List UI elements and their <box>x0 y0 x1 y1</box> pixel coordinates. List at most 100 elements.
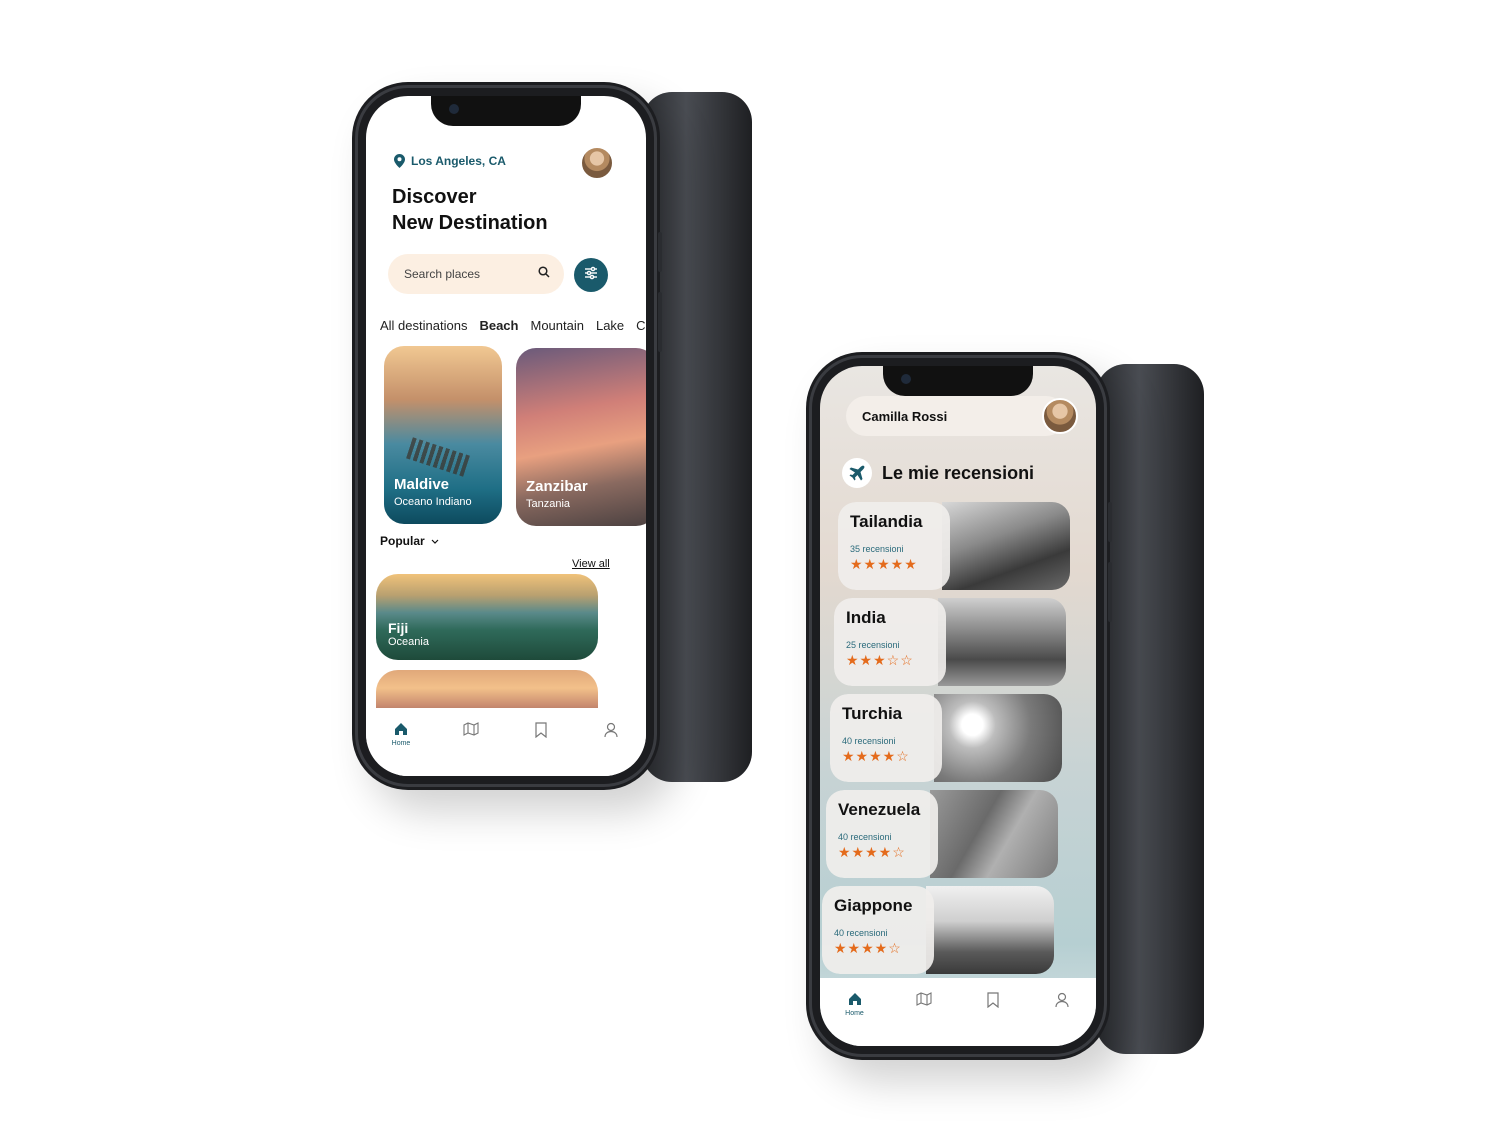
card-subtitle: Oceania <box>388 636 429 648</box>
title-line-1: Discover <box>392 186 477 208</box>
bookmark-icon <box>986 992 999 1010</box>
card-name: Maldive <box>394 476 450 493</box>
filter-button[interactable] <box>574 258 608 292</box>
profile-icon <box>604 722 618 740</box>
nav-map[interactable] <box>909 992 939 1008</box>
review-card-india[interactable]: India 25 recensioni ★★★☆☆ <box>834 598 1066 686</box>
sliders-icon <box>583 265 599 286</box>
star-rating: ★★★★☆ <box>838 844 906 860</box>
avatar[interactable] <box>1042 398 1078 434</box>
nav-profile[interactable] <box>1047 992 1077 1010</box>
review-country: India <box>846 608 886 627</box>
location[interactable]: Los Angeles, CA <box>394 154 506 168</box>
review-card-turchia[interactable]: Turchia 40 recensioni ★★★★☆ <box>830 694 1062 782</box>
home-icon <box>848 992 862 1008</box>
bookmark-icon <box>535 722 547 740</box>
popular-dropdown[interactable]: Popular <box>380 534 439 548</box>
review-country: Giappone <box>834 896 913 915</box>
star-rating: ★★★★★ <box>850 556 918 572</box>
tab-city[interactable]: City <box>636 318 646 333</box>
camera <box>901 374 911 384</box>
nav-bookmarks[interactable] <box>978 992 1008 1010</box>
screen-discover: Los Angeles, CA Discover New Destination… <box>366 96 646 776</box>
camera <box>449 104 459 114</box>
nav-bookmarks[interactable] <box>526 722 556 740</box>
review-photo <box>930 790 1058 878</box>
search-icon[interactable] <box>538 265 550 283</box>
card-name: Fiji <box>388 620 409 636</box>
destination-card-zanzibar[interactable]: Zanzibar Tanzania <box>516 348 646 526</box>
airplane-icon <box>842 458 872 488</box>
review-info: Venezuela 40 recensioni ★★★★☆ <box>826 790 938 878</box>
chevron-down-icon <box>431 534 439 548</box>
reviews-header: Le mie recensioni <box>842 458 1034 488</box>
avatar[interactable] <box>580 146 614 180</box>
tab-mountain[interactable]: Mountain <box>530 318 583 333</box>
side-button <box>658 292 662 352</box>
category-tabs: All destinations Beach Mountain Lake Cit… <box>380 318 646 333</box>
review-count: 40 recensioni <box>838 832 892 842</box>
review-photo <box>938 598 1066 686</box>
nav-profile[interactable] <box>596 722 626 740</box>
review-count: 25 recensioni <box>846 640 900 650</box>
bottom-nav: Home <box>366 708 646 776</box>
user-name: Camilla Rossi <box>862 408 948 424</box>
search-input[interactable] <box>402 266 526 282</box>
location-pin-icon <box>394 154 405 168</box>
notch <box>431 96 581 126</box>
review-count: 40 recensioni <box>834 928 888 938</box>
review-country: Venezuela <box>838 800 921 819</box>
nav-map[interactable] <box>456 722 486 738</box>
review-country: Tailandia <box>850 512 923 531</box>
review-photo <box>942 502 1070 590</box>
review-info: Turchia 40 recensioni ★★★★☆ <box>830 694 942 782</box>
tab-lake[interactable]: Lake <box>596 318 624 333</box>
phone-body: Los Angeles, CA Discover New Destination… <box>352 82 662 790</box>
bottom-nav: Home <box>820 978 1096 1046</box>
phone-back-stand <box>1096 364 1204 1054</box>
review-info: Giappone 40 recensioni ★★★★☆ <box>822 886 934 974</box>
card-name: Zanzibar <box>526 478 588 495</box>
reviews-title: Le mie recensioni <box>882 462 1035 483</box>
card-subtitle: Oceano Indiano <box>394 496 472 508</box>
side-button <box>1108 562 1112 622</box>
card-subtitle: Tanzania <box>526 498 571 510</box>
review-card-giappone[interactable]: Giappone 40 recensioni ★★★★☆ <box>822 886 1054 974</box>
review-photo <box>934 694 1062 782</box>
review-info: India 25 recensioni ★★★☆☆ <box>834 598 946 686</box>
map-icon <box>463 722 479 738</box>
popular-card-fiji[interactable]: Fiji Oceania <box>376 574 598 660</box>
tab-all-destinations[interactable]: All destinations <box>380 318 467 333</box>
nav-home-label: Home <box>391 740 411 747</box>
map-icon <box>915 992 932 1008</box>
nav-home[interactable]: Home <box>840 992 870 1017</box>
star-rating: ★★★☆☆ <box>846 652 914 668</box>
phone-discover: Los Angeles, CA Discover New Destination… <box>352 82 752 792</box>
nav-home-label: Home <box>845 1010 864 1017</box>
home-icon <box>394 722 408 738</box>
review-photo <box>926 886 1054 974</box>
tab-beach[interactable]: Beach <box>479 318 518 333</box>
star-rating: ★★★★☆ <box>834 940 902 956</box>
review-country: Turchia <box>842 704 903 723</box>
location-label: Los Angeles, CA <box>411 154 506 168</box>
notch <box>883 366 1033 396</box>
profile-icon <box>1054 992 1069 1010</box>
review-card-venezuela[interactable]: Venezuela 40 recensioni ★★★★☆ <box>826 790 1058 878</box>
destination-card-maldive[interactable]: Maldive Oceano Indiano <box>384 346 502 524</box>
star-rating: ★★★★☆ <box>842 748 910 764</box>
phone-body: Camilla Rossi Le mie recensioni Tailandi… <box>806 352 1112 1060</box>
review-card-tailandia[interactable]: Tailandia 35 recensioni ★★★★★ <box>838 502 1070 590</box>
search-bar[interactable] <box>388 254 564 294</box>
title-line-2: New Destination <box>392 212 548 234</box>
page-title: Discover New Destination <box>392 184 548 236</box>
side-button <box>658 232 662 272</box>
overwater-bungalows <box>406 437 470 477</box>
view-all-link[interactable]: View all <box>572 558 610 570</box>
review-count: 35 recensioni <box>850 544 904 554</box>
review-count: 40 recensioni <box>842 736 896 746</box>
screen-reviews: Camilla Rossi Le mie recensioni Tailandi… <box>820 366 1096 1046</box>
nav-home[interactable]: Home <box>386 722 416 747</box>
review-info: Tailandia 35 recensioni ★★★★★ <box>838 502 950 590</box>
user-bar[interactable]: Camilla Rossi <box>846 396 1066 436</box>
